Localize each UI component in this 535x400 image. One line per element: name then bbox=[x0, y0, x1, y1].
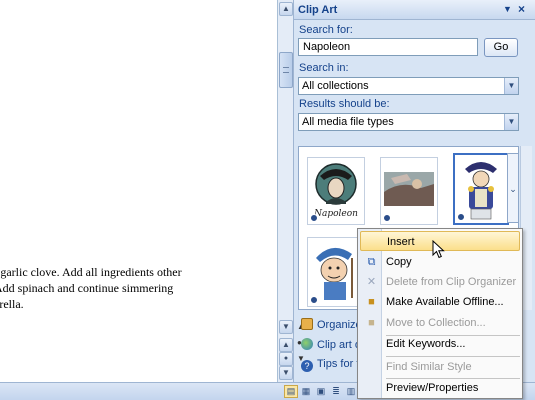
organize-clips-icon bbox=[301, 318, 313, 330]
menu-item-find-similar-style[interactable]: Find Similar Style bbox=[360, 357, 520, 377]
web-layout-icon[interactable]: ▦ bbox=[299, 385, 313, 398]
online-clip-icon bbox=[310, 214, 318, 222]
delete-x-icon: ✕ bbox=[366, 276, 377, 288]
document-line: l garlic clove. Add all ingredients othe… bbox=[0, 265, 182, 279]
next-page-button[interactable]: ▼ bbox=[279, 366, 293, 380]
organize-clips-label: Organize bbox=[317, 319, 362, 331]
media-types-value: All media file types bbox=[302, 116, 394, 128]
document-line: arella. bbox=[0, 297, 24, 311]
task-pane-title: Clip Art bbox=[298, 4, 338, 16]
menu-item-edit-keywords-label: Edit Keywords... bbox=[386, 338, 466, 350]
search-input[interactable] bbox=[298, 38, 478, 56]
reading-layout-icon[interactable]: ▥ bbox=[344, 385, 358, 398]
tips-help-icon: ? bbox=[301, 360, 313, 372]
chevron-down-icon[interactable]: ▼ bbox=[504, 114, 518, 130]
clip-caption: Napoleon bbox=[313, 209, 358, 219]
print-layout-icon[interactable]: ▣ bbox=[314, 385, 328, 398]
online-clip-icon bbox=[383, 214, 391, 222]
media-types-select[interactable]: All media file types ▼ bbox=[298, 113, 519, 131]
online-clip-icon bbox=[457, 213, 465, 221]
organize-clips-link[interactable]: Organize bbox=[301, 318, 362, 331]
menu-item-offline-label: Make Available Offline... bbox=[386, 296, 504, 308]
mouse-pointer-icon bbox=[432, 240, 445, 259]
menu-item-make-available-offline[interactable]: ■ Make Available Offline... bbox=[360, 292, 520, 312]
clip-thumbnail-napoleon-logo[interactable]: Napoleon bbox=[307, 157, 365, 225]
scroll-grip bbox=[283, 67, 289, 73]
menu-item-delete[interactable]: ✕ Delete from Clip Organizer bbox=[360, 272, 520, 292]
normal-view-icon[interactable]: ▤ bbox=[284, 385, 298, 398]
document-line: Add spinach and continue simmering bbox=[0, 281, 174, 295]
scroll-thumb[interactable] bbox=[279, 52, 293, 88]
document-vertical-scrollbar[interactable]: ▲ ▼ ▲ ● ▼ bbox=[277, 0, 293, 382]
menu-item-edit-keywords[interactable]: Edit Keywords... bbox=[360, 334, 520, 354]
offline-folder-icon: ■ bbox=[368, 296, 375, 308]
clip-thumbnail-napoleon-cartoon[interactable] bbox=[453, 153, 509, 225]
task-pane-header: Clip Art ▼ × bbox=[294, 0, 535, 20]
search-in-value: All collections bbox=[302, 80, 369, 92]
menu-item-delete-label: Delete from Clip Organizer bbox=[386, 276, 517, 288]
search-in-label: Search in: bbox=[299, 62, 349, 74]
menu-item-move-label: Move to Collection... bbox=[386, 317, 486, 329]
previous-page-button[interactable]: ▲ bbox=[279, 338, 293, 352]
chevron-down-icon[interactable]: ▼ bbox=[504, 78, 518, 94]
online-clip-icon bbox=[310, 296, 318, 304]
clip-thumbnail-napoleon-painting[interactable] bbox=[380, 157, 438, 225]
results-should-be-label: Results should be: bbox=[299, 98, 390, 110]
outline-view-icon[interactable]: ≣ bbox=[329, 385, 343, 398]
document-area[interactable]: l garlic clove. Add all ingredients othe… bbox=[0, 0, 277, 382]
select-browse-object-button[interactable]: ● bbox=[279, 352, 293, 366]
copy-icon: ⧉ bbox=[367, 256, 376, 268]
menu-item-find-similar-label: Find Similar Style bbox=[386, 361, 472, 373]
task-pane-menu-icon[interactable]: ▼ bbox=[503, 4, 512, 14]
clip-options-dropdown-icon[interactable]: ⌄ bbox=[507, 153, 519, 223]
clip-art-online-icon bbox=[301, 338, 313, 350]
menu-item-preview-properties[interactable]: Preview/Properties bbox=[360, 378, 520, 398]
menu-item-copy-label: Copy bbox=[386, 256, 412, 268]
menu-item-insert-label: Insert bbox=[387, 236, 415, 248]
close-icon[interactable]: × bbox=[518, 2, 525, 16]
scroll-down-button[interactable]: ▼ bbox=[279, 320, 293, 334]
tips-label: Tips for fi bbox=[317, 358, 362, 370]
scroll-up-button[interactable]: ▲ bbox=[279, 2, 293, 16]
menu-item-move-to-collection[interactable]: ■ Move to Collection... bbox=[360, 313, 520, 333]
menu-item-preview-label: Preview/Properties bbox=[386, 382, 479, 394]
document-text[interactable]: l garlic clove. Add all ingredients othe… bbox=[0, 264, 277, 312]
search-for-label: Search for: bbox=[299, 24, 353, 36]
tips-link[interactable]: ? Tips for fi bbox=[301, 358, 362, 372]
search-in-select[interactable]: All collections ▼ bbox=[298, 77, 519, 95]
go-button[interactable]: Go bbox=[484, 38, 518, 57]
move-folder-icon: ■ bbox=[368, 317, 375, 329]
